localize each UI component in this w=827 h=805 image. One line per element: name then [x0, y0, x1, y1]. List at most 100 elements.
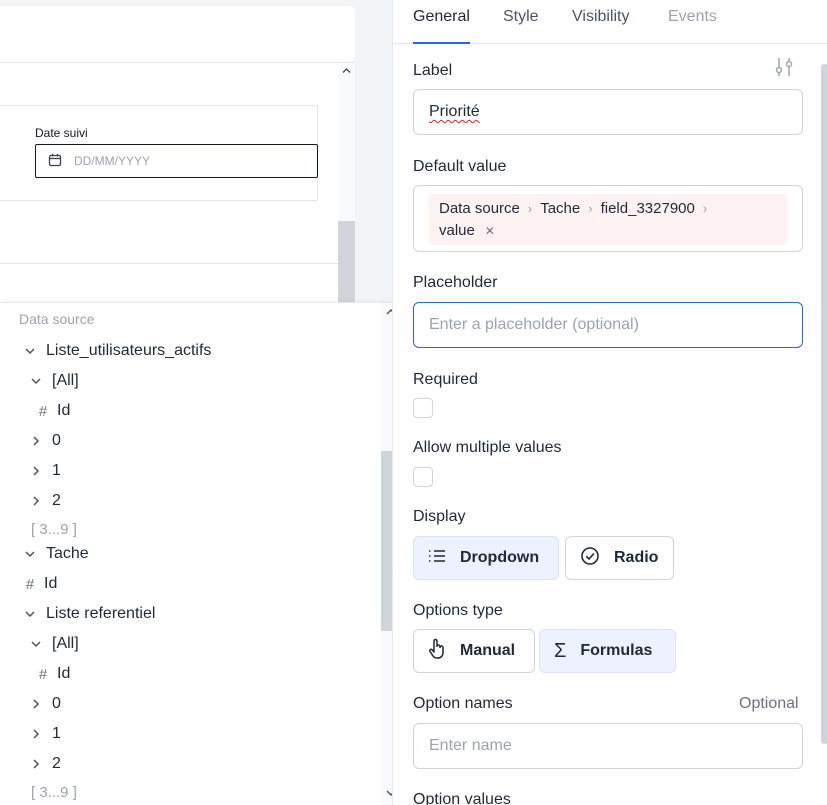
chevron-right-icon: ›: [527, 201, 533, 216]
tree-item[interactable]: # Id: [35, 399, 71, 423]
tree-item-label: 2: [52, 755, 61, 772]
tree-item[interactable]: [All]: [28, 369, 79, 393]
tree-item[interactable]: 0: [28, 429, 61, 453]
hash-icon: #: [25, 575, 35, 593]
chevron-up-icon[interactable]: [341, 65, 352, 79]
hash-icon: #: [38, 402, 48, 420]
hash-icon: #: [38, 665, 48, 683]
path-segment: Data source: [439, 200, 520, 217]
placeholder-input[interactable]: Enter a placeholder (optional): [413, 302, 803, 348]
date-suivi-label: Date suivi: [35, 126, 88, 140]
tree-item[interactable]: 1: [28, 722, 61, 746]
options-manual-button[interactable]: Manual: [413, 629, 535, 673]
tree-item-label: 0: [52, 432, 61, 449]
form-container[interactable]: Date suivi DD/MM/YYYY: [0, 105, 318, 201]
remove-icon[interactable]: ✕: [485, 224, 495, 238]
tree-item-label: Liste referentiel: [46, 605, 156, 622]
label-value: Priorité: [429, 103, 480, 120]
tree-item[interactable]: 2: [28, 752, 61, 776]
panel-scrollbar[interactable]: [821, 44, 827, 805]
label-field-title: Label: [413, 62, 453, 79]
tree-item[interactable]: Liste_utilisateurs_actifs: [22, 339, 211, 363]
tree-item[interactable]: [ 3...9 ]: [31, 517, 77, 541]
allow-multiple-checkbox[interactable]: [413, 467, 433, 487]
panel-tabs: General Style Visibility Events: [393, 0, 827, 44]
tree-item-label: 1: [52, 725, 61, 742]
chevron-right-icon[interactable]: [28, 435, 44, 447]
chevron-down-icon[interactable]: [28, 638, 44, 650]
date-placeholder: DD/MM/YYYY: [74, 154, 151, 168]
chevron-right-icon[interactable]: [28, 758, 44, 770]
dropdown-label: Dropdown: [460, 549, 540, 566]
allow-multiple-title: Allow multiple values: [413, 439, 562, 456]
chevron-right-icon[interactable]: [28, 465, 44, 477]
radio-label: Radio: [614, 549, 659, 566]
required-checkbox[interactable]: [413, 398, 433, 418]
tree-item-label: Id: [57, 402, 71, 419]
date-suivi-input[interactable]: DD/MM/YYYY: [35, 144, 318, 178]
tree-item[interactable]: 1: [28, 459, 61, 483]
properties-panel: General Style Visibility Events Label Pr…: [392, 0, 827, 805]
tree-item-label: Liste_utilisateurs_actifs: [46, 342, 212, 359]
calendar-icon: [48, 153, 62, 170]
option-names-title: Option names: [413, 695, 513, 712]
default-value-title: Default value: [413, 158, 507, 175]
tree-item[interactable]: 2: [28, 489, 61, 513]
tab-visibility[interactable]: Visibility: [572, 8, 630, 44]
placeholder-title: Placeholder: [413, 274, 498, 291]
tree-item[interactable]: Tache: [22, 542, 89, 566]
tree-item[interactable]: Liste referentiel: [22, 602, 155, 626]
option-names-input[interactable]: Enter name: [413, 723, 803, 769]
tab-style[interactable]: Style: [503, 8, 539, 44]
tree-item-label: 0: [52, 695, 61, 712]
data-source-tree-popup: Data source Liste_utilisateurs_actifs [Al…: [0, 302, 404, 805]
tree-item[interactable]: # Id: [35, 662, 71, 686]
tab-events[interactable]: Events: [668, 8, 717, 44]
scrollbar-thumb[interactable]: [821, 64, 827, 744]
default-value-input[interactable]: Data source › Tache › field_3327900 › value ✕: [413, 185, 803, 252]
chevron-right-icon[interactable]: [28, 698, 44, 710]
chevron-right-icon[interactable]: [28, 728, 44, 740]
display-dropdown-button[interactable]: Dropdown: [413, 536, 559, 580]
display-radio-button[interactable]: Radio: [565, 536, 674, 580]
tree-item-label: Id: [44, 575, 58, 592]
placeholder-input-hint: Enter a placeholder (optional): [429, 316, 639, 333]
tree-item-label: [ 3...9 ]: [31, 783, 77, 801]
list-icon: [428, 548, 446, 569]
tree-item-label: [All]: [52, 635, 79, 652]
canvas-scrollbar[interactable]: [338, 63, 355, 323]
chevron-down-icon[interactable]: [22, 548, 38, 560]
hand-pointer-icon: [428, 638, 446, 665]
tree-item[interactable]: 0: [28, 692, 61, 716]
tree-item[interactable]: # Id: [22, 572, 58, 596]
display-title: Display: [413, 508, 466, 525]
options-formulas-button[interactable]: Σ Formulas: [539, 629, 676, 673]
canvas-body: Date suivi DD/MM/YYYY: [0, 62, 355, 323]
canvas-header-card: [0, 6, 355, 62]
sigma-icon: Σ: [554, 639, 567, 662]
option-names-placeholder: Enter name: [429, 737, 512, 754]
manual-label: Manual: [460, 642, 516, 659]
path-segment: field_3327900: [600, 200, 695, 217]
required-title: Required: [413, 371, 478, 388]
option-values-title: Option values: [413, 791, 511, 805]
chevron-down-icon[interactable]: [28, 375, 44, 387]
options-type-title: Options type: [413, 602, 503, 619]
formulas-label: Formulas: [580, 642, 653, 659]
optional-hint: Optional: [739, 695, 799, 712]
path-segment: Tache: [540, 200, 581, 217]
chevron-right-icon[interactable]: [28, 495, 44, 507]
tree-item-label: Id: [57, 665, 71, 682]
sliders-icon[interactable]: [774, 56, 794, 83]
data-path-chip[interactable]: Data source › Tache › field_3327900 › value ✕: [429, 194, 787, 245]
tab-general[interactable]: General: [413, 8, 470, 44]
chevron-right-icon: ›: [702, 201, 708, 216]
tree-item[interactable]: [ 3...9 ]: [31, 780, 77, 804]
tree-title: Data source: [19, 311, 95, 327]
tree-item[interactable]: [All]: [28, 632, 79, 656]
chevron-down-icon[interactable]: [22, 345, 38, 357]
tree-item-label: 2: [52, 492, 61, 509]
chevron-right-icon: ›: [588, 201, 593, 216]
label-input[interactable]: Priorité: [413, 89, 803, 135]
chevron-down-icon[interactable]: [22, 608, 38, 620]
